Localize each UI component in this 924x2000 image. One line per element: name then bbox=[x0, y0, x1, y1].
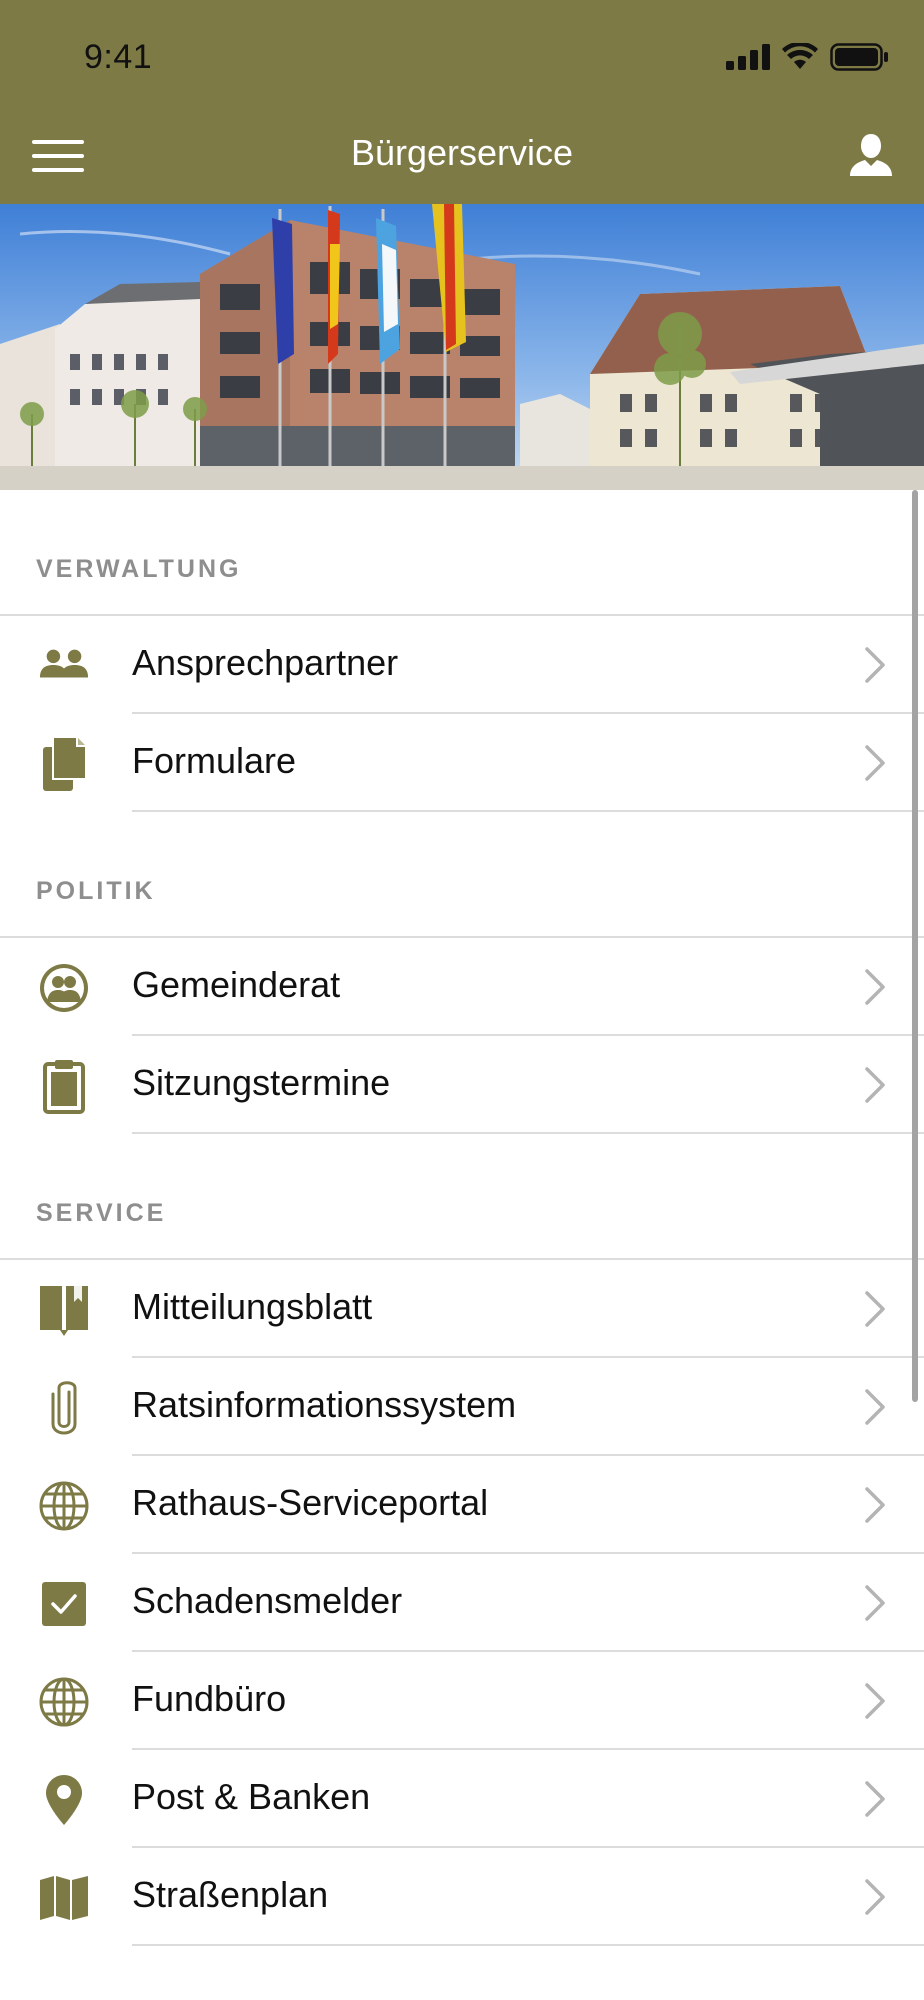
list-item-gemeinderat[interactable]: Gemeinderat bbox=[0, 938, 924, 1036]
status-bar: 9:41 bbox=[0, 0, 924, 110]
chevron-right-icon bbox=[865, 1487, 885, 1523]
list-item-label: Ratsinformationssystem bbox=[132, 1384, 517, 1425]
chevron-right-icon bbox=[865, 647, 885, 683]
checkbox-icon bbox=[38, 1578, 90, 1630]
signal-icon bbox=[726, 44, 770, 70]
main-content: VERWALTUNG Ansprechpartner Formulare POL… bbox=[0, 490, 924, 1946]
section-label: SERVICE bbox=[36, 1199, 167, 1227]
chevron-right-icon bbox=[865, 1067, 885, 1103]
people-icon bbox=[38, 640, 90, 692]
section-label: POLITIK bbox=[36, 877, 156, 905]
chevron-right-icon bbox=[865, 745, 885, 781]
list-item-label: Straßenplan bbox=[132, 1874, 329, 1915]
list-item-label: Mitteilungsblatt bbox=[132, 1286, 373, 1327]
list-item-strassenplan[interactable]: Straßenplan bbox=[0, 1848, 924, 1946]
list-item-label: Post & Banken bbox=[132, 1776, 371, 1817]
list-item-formulare[interactable]: Formulare bbox=[0, 714, 924, 812]
chevron-right-icon bbox=[865, 1781, 885, 1817]
list-item-post-banken[interactable]: Post & Banken bbox=[0, 1750, 924, 1848]
list-item-rathaus-serviceportal[interactable]: Rathaus-Serviceportal bbox=[0, 1456, 924, 1554]
section-list-politik: Gemeinderat Sitzungstermine bbox=[0, 936, 924, 1134]
chevron-right-icon bbox=[865, 969, 885, 1005]
list-item-label: Formulare bbox=[132, 740, 297, 781]
nav-bar: Bürgerservice bbox=[0, 110, 924, 204]
user-icon bbox=[850, 134, 892, 176]
wifi-icon bbox=[782, 43, 818, 69]
chevron-right-icon bbox=[865, 1683, 885, 1719]
list-item-label: Schadensmelder bbox=[132, 1580, 403, 1621]
list-item-label: Sitzungstermine bbox=[132, 1062, 391, 1103]
chevron-right-icon bbox=[865, 1879, 885, 1915]
map-pin-icon bbox=[38, 1774, 90, 1826]
top-bar: 9:41 Bürgerservice bbox=[0, 0, 924, 204]
status-icons bbox=[726, 40, 890, 74]
battery-icon bbox=[830, 43, 888, 71]
hamburger-menu-icon bbox=[32, 140, 84, 172]
town-hall-photo bbox=[0, 204, 924, 490]
list-item-ratsinformationssystem[interactable]: Ratsinformationssystem bbox=[0, 1358, 924, 1456]
book-icon bbox=[38, 1284, 90, 1336]
page-title: Bürgerservice bbox=[350, 132, 574, 173]
status-time: 9:41 bbox=[84, 38, 153, 76]
section-list-service: Mitteilungsblatt Ratsinformationssystem bbox=[0, 1258, 924, 1946]
globe-icon bbox=[38, 1676, 90, 1728]
list-item-ansprechpartner[interactable]: Ansprechpartner bbox=[0, 616, 924, 714]
section-list-verwaltung: Ansprechpartner Formulare bbox=[0, 614, 924, 812]
chevron-right-icon bbox=[865, 1291, 885, 1327]
clipboard-icon bbox=[38, 1060, 90, 1114]
list-item-label: Fundbüro bbox=[132, 1678, 287, 1719]
chevron-right-icon bbox=[865, 1389, 885, 1425]
scrollbar[interactable] bbox=[912, 490, 918, 1402]
section-label: VERWALTUNG bbox=[36, 555, 242, 583]
list-item-label: Rathaus-Serviceportal bbox=[132, 1482, 489, 1523]
list-item-schadensmelder[interactable]: Schadensmelder bbox=[0, 1554, 924, 1652]
section-header-service: SERVICE bbox=[0, 1134, 924, 1258]
section-header-verwaltung: VERWALTUNG bbox=[0, 490, 924, 614]
list-item-fundbuero[interactable]: Fundbüro bbox=[0, 1652, 924, 1750]
map-icon bbox=[38, 1872, 90, 1924]
paperclip-icon bbox=[38, 1381, 90, 1435]
documents-icon bbox=[38, 736, 90, 791]
list-item-sitzungstermine[interactable]: Sitzungstermine bbox=[0, 1036, 924, 1134]
list-item-label: Ansprechpartner bbox=[132, 642, 399, 683]
menu-button[interactable] bbox=[32, 134, 86, 178]
globe-icon bbox=[38, 1480, 90, 1532]
user-button[interactable] bbox=[848, 132, 894, 178]
chevron-right-icon bbox=[865, 1585, 885, 1621]
list-item-label: Gemeinderat bbox=[132, 964, 341, 1005]
section-header-politik: POLITIK bbox=[0, 812, 924, 936]
council-icon bbox=[38, 962, 90, 1014]
list-item-mitteilungsblatt[interactable]: Mitteilungsblatt bbox=[0, 1260, 924, 1358]
hero-image bbox=[0, 204, 924, 490]
